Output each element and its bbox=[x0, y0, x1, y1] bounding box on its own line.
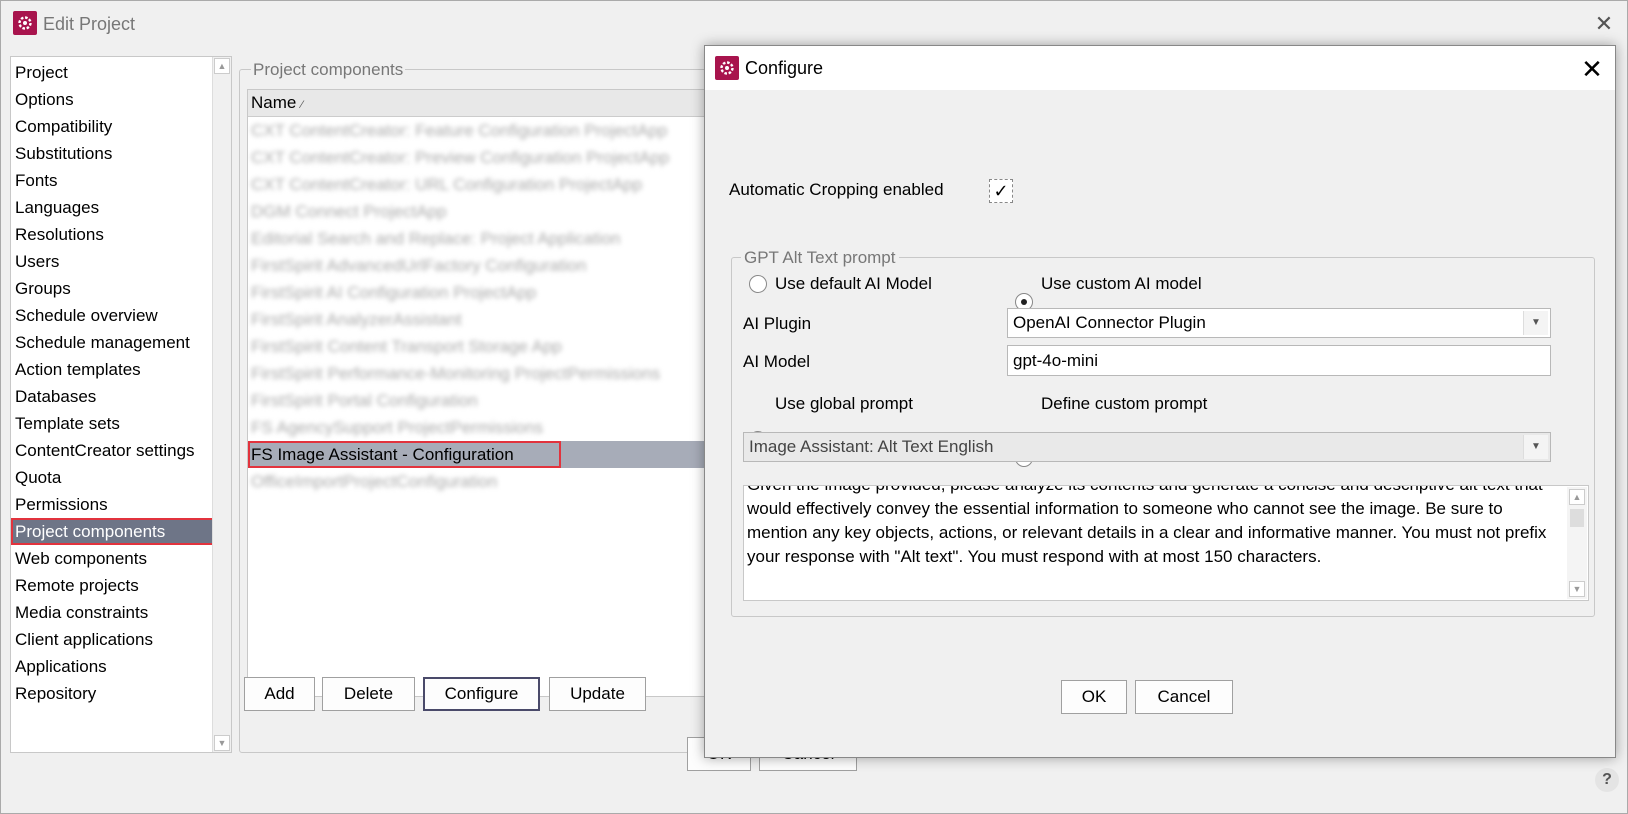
scroll-thumb[interactable] bbox=[1570, 509, 1584, 527]
ai-plugin-value: OpenAI Connector Plugin bbox=[1013, 313, 1206, 332]
scroll-up-icon[interactable]: ▲ bbox=[214, 58, 230, 74]
sort-icon: ⁄ bbox=[301, 99, 303, 111]
component-row[interactable]: CXT ContentCreator: Feature Configuratio… bbox=[248, 117, 706, 144]
dialog-title: Configure bbox=[745, 58, 824, 78]
component-row[interactable]: FS AgencySupport ProjectPermissions bbox=[248, 414, 706, 441]
nav-item[interactable]: Project components bbox=[11, 518, 215, 545]
scroll-down-icon[interactable]: ▼ bbox=[214, 735, 230, 751]
delete-button[interactable]: Delete bbox=[322, 677, 415, 711]
app-gear-icon bbox=[13, 11, 37, 35]
component-row[interactable]: FirstSpirit Portal Configuration bbox=[248, 387, 706, 414]
nav-item[interactable]: Permissions bbox=[11, 491, 215, 518]
settings-nav: Project Options Compatibility Substitutions… bbox=[10, 56, 232, 753]
component-row[interactable]: FirstSpirit AdvancedUrlFactory Configura… bbox=[248, 252, 706, 279]
nav-item[interactable]: Client applications bbox=[11, 626, 215, 653]
help-icon[interactable]: ? bbox=[1595, 768, 1619, 792]
nav-item[interactable]: Action templates bbox=[11, 356, 215, 383]
nav-item[interactable]: Repository bbox=[11, 680, 215, 707]
nav-item[interactable]: Project bbox=[11, 59, 215, 86]
nav-item[interactable]: Fonts bbox=[11, 167, 215, 194]
dialog-close-icon[interactable]: ✕ bbox=[1577, 54, 1607, 84]
ai-plugin-label: AI Plugin bbox=[743, 314, 812, 333]
nav-list: Project Options Compatibility Substitutions… bbox=[11, 59, 215, 707]
nav-scrollbar[interactable]: ▲ ▼ bbox=[212, 57, 231, 752]
prompt-text: Given the image provided, please analyze… bbox=[747, 486, 1547, 566]
component-row[interactable]: CXT ContentCreator: URL Configuration Pr… bbox=[248, 171, 706, 198]
nav-item[interactable]: Web components bbox=[11, 545, 215, 572]
gpt-alt-text-legend: GPT Alt Text prompt bbox=[741, 248, 899, 268]
radio-global-prompt-label: Use global prompt bbox=[775, 394, 913, 413]
component-row[interactable]: Editorial Search and Replace: Project Ap… bbox=[248, 225, 706, 252]
component-row[interactable]: FirstSpirit AI Configuration ProjectApp bbox=[248, 279, 706, 306]
component-row[interactable]: FS Image Assistant - Configuration bbox=[248, 441, 561, 468]
component-row[interactable]: CXT ContentCreator: Preview Configuratio… bbox=[248, 144, 706, 171]
nav-item[interactable]: Media constraints bbox=[11, 599, 215, 626]
component-rows: CXT ContentCreator: Feature Configuratio… bbox=[248, 117, 706, 495]
radio-default-model-label: Use default AI Model bbox=[775, 274, 932, 293]
nav-item[interactable]: ContentCreator settings bbox=[11, 437, 215, 464]
prompt-select-value: Image Assistant: Alt Text English bbox=[749, 437, 994, 456]
update-button[interactable]: Update bbox=[549, 677, 646, 711]
ai-model-input[interactable] bbox=[1007, 345, 1551, 376]
nav-item[interactable]: Template sets bbox=[11, 410, 215, 437]
nav-item[interactable]: Applications bbox=[11, 653, 215, 680]
component-row[interactable]: DGM Connect ProjectApp bbox=[248, 198, 706, 225]
radio-default-model[interactable] bbox=[749, 275, 767, 293]
close-icon[interactable]: ✕ bbox=[1591, 11, 1617, 37]
ai-model-label: AI Model bbox=[743, 352, 811, 371]
nav-item[interactable]: Resolutions bbox=[11, 221, 215, 248]
prompt-textarea[interactable]: Given the image provided, please analyze… bbox=[743, 485, 1589, 601]
column-header-name[interactable]: Name ⁄ bbox=[248, 90, 706, 117]
prompt-scrollbar[interactable]: ▲ ▼ bbox=[1567, 487, 1587, 599]
scroll-down-icon[interactable]: ▼ bbox=[1569, 581, 1585, 597]
project-components-legend: Project components bbox=[251, 60, 406, 80]
ai-plugin-select[interactable]: OpenAI Connector Plugin ▼ bbox=[1007, 308, 1551, 338]
radio-custom-prompt-label: Define custom prompt bbox=[1041, 394, 1208, 413]
dialog-cancel-button[interactable]: Cancel bbox=[1135, 680, 1233, 714]
configure-button[interactable]: Configure bbox=[423, 677, 540, 711]
column-header-label: Name bbox=[251, 93, 297, 112]
component-row[interactable]: FirstSpirit Content Transport Storage Ap… bbox=[248, 333, 706, 360]
window-title: Edit Project bbox=[43, 14, 136, 34]
nav-item[interactable]: Substitutions bbox=[11, 140, 215, 167]
chevron-down-icon[interactable]: ▼ bbox=[1523, 311, 1548, 335]
component-row[interactable]: OfficeImportProjectConfiguration bbox=[248, 468, 706, 495]
nav-item[interactable]: Schedule overview bbox=[11, 302, 215, 329]
cropping-checkbox[interactable]: ✓ bbox=[989, 179, 1013, 203]
component-row[interactable]: FirstSpirit Performance-Monitoring Proje… bbox=[248, 360, 706, 387]
dialog-gear-icon bbox=[715, 56, 739, 80]
dialog-ok-button[interactable]: OK bbox=[1061, 680, 1127, 714]
prompt-select[interactable]: Image Assistant: Alt Text English ▼ bbox=[743, 432, 1551, 462]
nav-item[interactable]: Compatibility bbox=[11, 113, 215, 140]
scroll-up-icon[interactable]: ▲ bbox=[1569, 489, 1585, 505]
radio-custom-model-label: Use custom AI model bbox=[1041, 274, 1202, 293]
add-button[interactable]: Add bbox=[244, 677, 315, 711]
cropping-label: Automatic Cropping enabled bbox=[729, 180, 944, 199]
chevron-down-icon[interactable]: ▼ bbox=[1523, 435, 1548, 459]
nav-item[interactable]: Languages bbox=[11, 194, 215, 221]
nav-item[interactable]: Groups bbox=[11, 275, 215, 302]
nav-item[interactable]: Databases bbox=[11, 383, 215, 410]
nav-item[interactable]: Options bbox=[11, 86, 215, 113]
nav-item[interactable]: Users bbox=[11, 248, 215, 275]
configure-dialog: Configure ✕ Automatic Cropping enabled ✓… bbox=[704, 45, 1616, 758]
component-row[interactable]: FirstSpirit AnalyzerAssistant bbox=[248, 306, 706, 333]
nav-item[interactable]: Quota bbox=[11, 464, 215, 491]
nav-item[interactable]: Remote projects bbox=[11, 572, 215, 599]
dialog-titlebar bbox=[705, 46, 1615, 90]
nav-item[interactable]: Schedule management bbox=[11, 329, 215, 356]
project-components-table: Name ⁄ CXT ContentCreator: Feature Confi… bbox=[247, 89, 707, 697]
